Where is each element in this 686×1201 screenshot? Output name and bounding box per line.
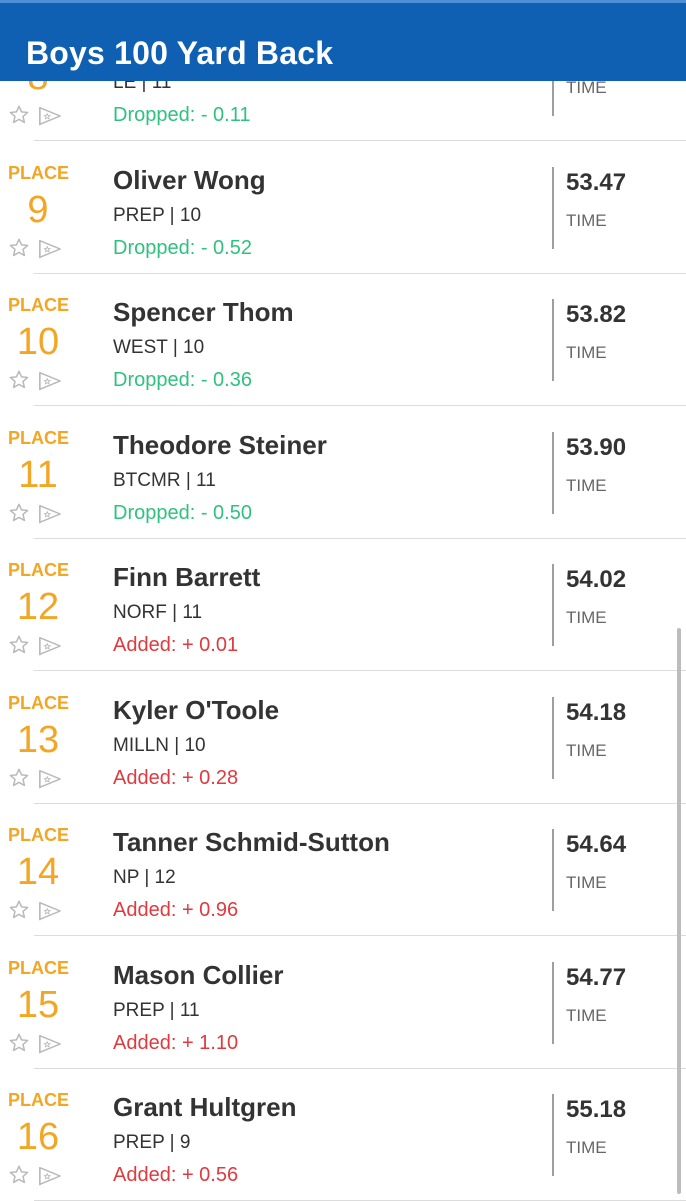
place-number: 14 — [16, 851, 60, 893]
star-outline-icon[interactable] — [8, 634, 30, 656]
divider-vertical — [552, 696, 554, 779]
result-row[interactable]: PLACE 15 Mason Collier PREP | 11 Added: … — [0, 936, 686, 1069]
time-label: TIME — [566, 78, 607, 97]
swim-time: 54.02 — [566, 566, 627, 593]
place-label: PLACE — [8, 825, 70, 845]
swimmer-name[interactable]: Mason Collier — [113, 960, 283, 991]
team-age: PREP | 9 — [113, 1132, 191, 1153]
swim-time: 54.18 — [566, 698, 627, 726]
result-row[interactable]: PLACE 14 Tanner Schmid-Sutton NP | 12 Ad… — [0, 803, 686, 936]
swimmer-name[interactable]: Grant Hultgren — [113, 1092, 296, 1123]
place-label: PLACE — [8, 427, 70, 448]
team-age: PREP | 10 — [113, 204, 202, 226]
flag-pennant-icon[interactable] — [38, 370, 62, 392]
divider-vertical — [552, 829, 554, 911]
flag-pennant-icon[interactable] — [38, 900, 62, 922]
event-header: Boys 100 Yard Back — [0, 0, 686, 81]
time-label: TIME — [566, 210, 607, 230]
result-row[interactable]: PLACE 10 Spencer Thom WEST | 10 Dropped:… — [0, 273, 686, 406]
star-outline-icon[interactable] — [8, 899, 30, 921]
star-outline-icon[interactable] — [8, 104, 30, 126]
team-age: MILLN | 10 — [113, 734, 206, 756]
time-change: Added: + 0.96 — [113, 899, 239, 921]
team-age: WEST | 10 — [113, 337, 205, 358]
result-row[interactable]: PLACE 13 Kyler O'Toole MILLN | 10 Added:… — [0, 671, 686, 804]
time-label: TIME — [566, 343, 607, 362]
place-label: PLACE — [8, 692, 70, 713]
swimmer-name[interactable]: Finn Barrett — [113, 562, 260, 593]
time-change: Added: + 1.10 — [113, 1031, 239, 1054]
time-label: TIME — [566, 873, 607, 892]
time-change: Added: + 0.01 — [113, 634, 239, 656]
swimmer-name[interactable]: Oliver Wong — [113, 165, 266, 196]
divider-vertical — [552, 166, 554, 249]
swimmer-name[interactable]: Spencer Thom — [113, 297, 294, 328]
divider-vertical — [552, 431, 554, 514]
page-title: Boys 100 Yard Back — [26, 35, 334, 71]
swim-time: 53.82 — [566, 301, 627, 328]
place-label: PLACE — [8, 957, 70, 978]
place-label: PLACE — [8, 560, 70, 580]
star-outline-icon[interactable] — [8, 502, 30, 524]
divider-vertical — [552, 564, 554, 646]
place-label: PLACE — [8, 1090, 70, 1110]
star-outline-icon[interactable] — [8, 1032, 30, 1054]
place-number: 12 — [16, 586, 60, 628]
flag-pennant-icon[interactable] — [38, 238, 62, 260]
swim-time: 53.47 — [566, 168, 627, 196]
result-row[interactable]: PLACE 12 Finn Barrett NORF | 11 Added: +… — [0, 538, 686, 671]
team-age: NP | 12 — [113, 867, 176, 888]
flag-pennant-icon[interactable] — [38, 503, 62, 525]
divider-vertical — [552, 299, 554, 381]
swimmer-name[interactable]: Theodore Steiner — [113, 430, 327, 461]
time-label: TIME — [566, 740, 607, 760]
swim-time: 54.64 — [566, 831, 627, 858]
time-change: Dropped: - 0.52 — [113, 236, 252, 259]
place-number: 13 — [16, 718, 60, 761]
team-age: BTCMR | 11 — [113, 469, 216, 491]
time-change: Added: + 0.56 — [113, 1164, 239, 1186]
place-number: 9 — [27, 188, 49, 231]
time-change: Dropped: - 0.36 — [113, 369, 252, 391]
swim-time: 54.77 — [566, 963, 627, 991]
time-change: Dropped: - 0.50 — [113, 501, 252, 524]
result-row[interactable]: PLACE 16 Grant Hultgren PREP | 9 Added: … — [0, 1068, 686, 1201]
place-number: 10 — [16, 321, 60, 363]
flag-pennant-icon[interactable] — [38, 768, 62, 790]
result-row[interactable]: PLACE 11 Theodore Steiner BTCMR | 11 Dro… — [0, 406, 686, 539]
time-label: TIME — [566, 608, 607, 627]
result-row[interactable]: PLACE 9 Oliver Wong PREP | 10 Dropped: -… — [0, 141, 686, 274]
swimmer-name[interactable]: Tanner Schmid-Sutton — [113, 827, 390, 858]
flag-pennant-icon[interactable] — [38, 635, 62, 657]
flag-pennant-icon[interactable] — [38, 105, 62, 127]
time-label: TIME — [566, 1138, 607, 1157]
star-outline-icon[interactable] — [8, 1164, 30, 1186]
place-number: 16 — [16, 1116, 60, 1158]
divider-vertical — [552, 1094, 554, 1176]
team-age: PREP | 11 — [113, 999, 200, 1021]
flag-pennant-icon[interactable] — [38, 1165, 62, 1187]
divider-vertical — [552, 961, 554, 1044]
star-outline-icon[interactable] — [8, 369, 30, 391]
time-change: Dropped: - 0.11 — [113, 104, 251, 126]
swim-time: 55.18 — [566, 1096, 627, 1123]
place-label: PLACE — [8, 295, 70, 315]
time-label: TIME — [566, 475, 607, 495]
swim-time: 53.90 — [566, 433, 627, 461]
swimmer-name[interactable]: Kyler O'Toole — [113, 695, 279, 726]
star-outline-icon[interactable] — [8, 767, 30, 789]
flag-pennant-icon[interactable] — [38, 1033, 62, 1055]
place-number: 15 — [16, 983, 60, 1026]
time-change: Added: + 0.28 — [113, 766, 239, 789]
place-label: PLACE — [8, 162, 70, 183]
team-age: NORF | 11 — [113, 602, 203, 623]
time-label: TIME — [566, 1005, 607, 1025]
scrollbar[interactable] — [677, 628, 681, 1194]
place-number: 11 — [18, 453, 58, 496]
star-outline-icon[interactable] — [8, 237, 30, 259]
